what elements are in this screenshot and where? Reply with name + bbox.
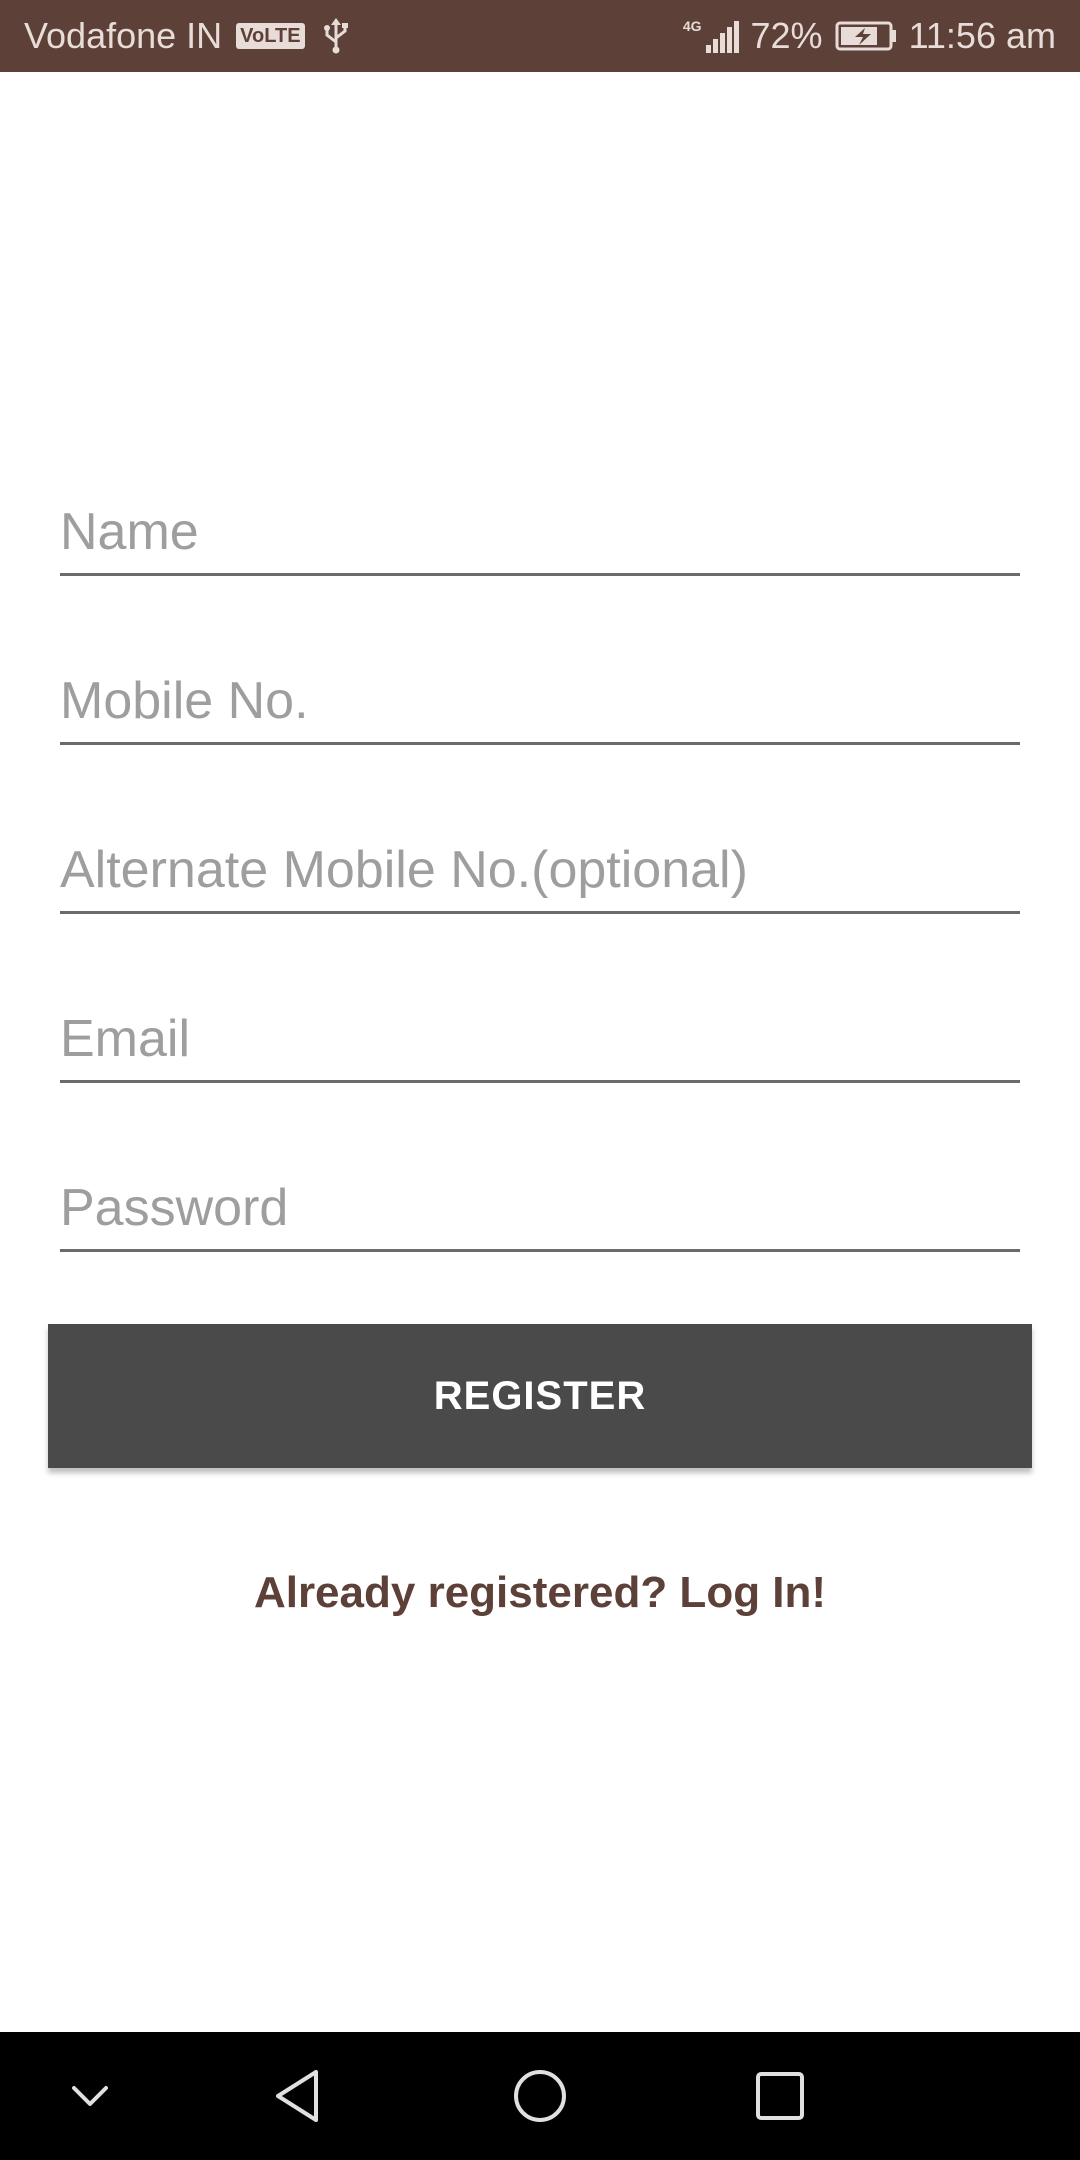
usb-icon (323, 18, 348, 54)
mobile-input[interactable] (60, 670, 1020, 732)
home-icon[interactable] (500, 2056, 580, 2136)
login-link[interactable]: Already registered? Log In! (0, 1568, 1080, 1618)
alternate-mobile-field[interactable] (60, 834, 1020, 914)
status-left: Vodafone IN VoLTE (24, 15, 351, 57)
chevron-down-icon[interactable] (50, 2056, 130, 2136)
email-field[interactable] (60, 1003, 1020, 1083)
email-input[interactable] (60, 1008, 1020, 1070)
register-screen: Vodafone IN VoLTE 4G 72% 11:56 am Name M… (0, 0, 1080, 2160)
password-field[interactable] (60, 1172, 1020, 1252)
password-input[interactable] (60, 1177, 1020, 1239)
name-field[interactable] (60, 496, 1020, 576)
network-type: 4G (682, 18, 702, 34)
status-bar: Vodafone IN VoLTE 4G 72% 11:56 am (0, 0, 1080, 72)
battery-charging-icon (835, 21, 896, 51)
register-button[interactable]: REGISTER (48, 1324, 1032, 1468)
volte-icon: VoLTE (236, 23, 305, 49)
carrier-name: Vodafone IN (24, 15, 223, 56)
mobile-field[interactable] (60, 665, 1020, 745)
status-right: 4G 72% 11:56 am (683, 15, 1056, 57)
name-input[interactable] (60, 501, 1020, 563)
battery-percent: 72% (750, 15, 823, 56)
clock: 11:56 am (908, 15, 1056, 56)
alternate-mobile-input[interactable] (60, 839, 1020, 901)
back-icon[interactable] (260, 2056, 340, 2136)
signal-icon: 4G (683, 19, 739, 53)
recents-icon[interactable] (740, 2056, 820, 2136)
navigation-bar (0, 2032, 1080, 2160)
